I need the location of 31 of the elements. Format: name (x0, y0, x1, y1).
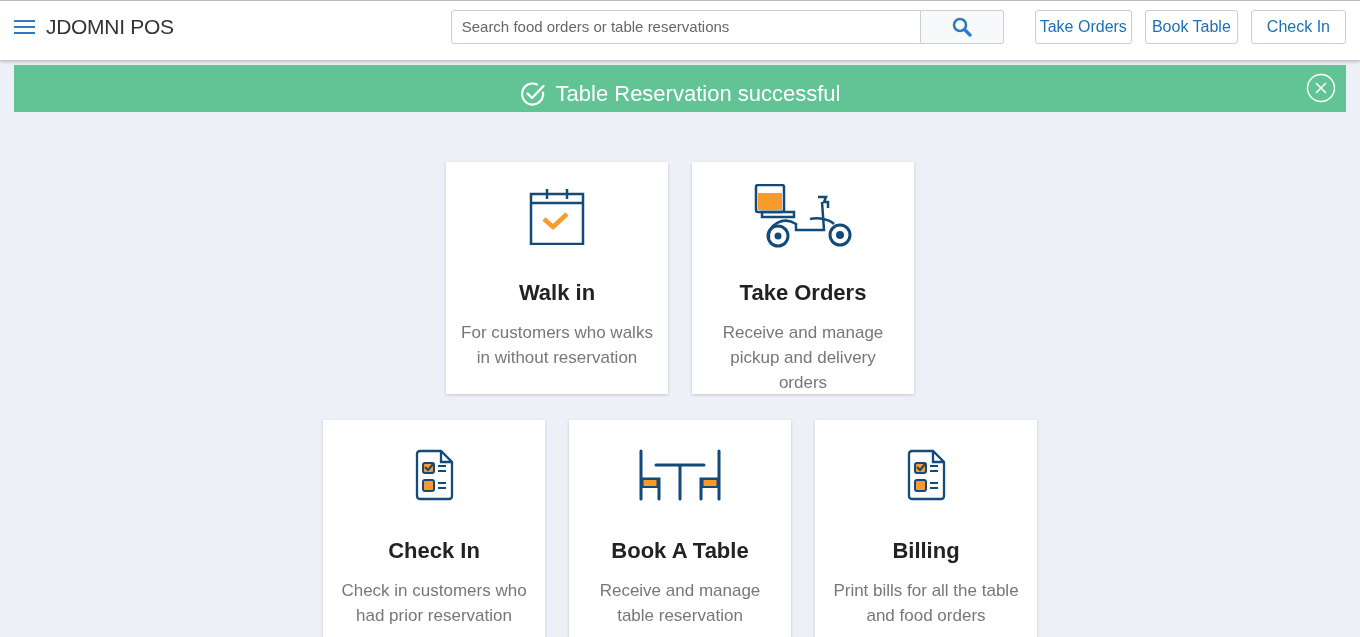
table-chairs-icon (639, 449, 721, 501)
checklist-icon (414, 449, 454, 501)
card-title: Take Orders (739, 280, 867, 306)
card-description: Print bills for all the table and food orders (832, 580, 1020, 627)
card-title: Check In (388, 538, 480, 564)
close-icon (1306, 73, 1336, 103)
option-card[interactable]: Check In Check in customers who had prior reservation (323, 420, 545, 637)
option-card[interactable]: Book A Table Receive and manage table reservation (569, 420, 791, 637)
search-field[interactable]: Search food orders or table reservations (450, 9, 921, 44)
app-title: JDOMNI POS (46, 14, 174, 39)
calendar-check-icon (529, 189, 585, 245)
header-button[interactable]: Check In (1250, 9, 1346, 44)
card-title: Billing (892, 538, 960, 564)
option-card[interactable]: Billing Print bills for all the table and food orders (815, 420, 1037, 637)
search-icon (951, 16, 972, 37)
header-button[interactable]: Take Orders (1034, 9, 1132, 44)
card-description: For customers who walks in without reservation (460, 322, 654, 369)
delivery-scooter-icon (754, 184, 852, 250)
option-card[interactable]: Take Orders Receive and manage pickup and delivery orders (692, 162, 914, 394)
menu-icon[interactable] (14, 19, 35, 34)
card-description: Check in customers who had prior reservation (340, 580, 528, 627)
check-circle-icon (519, 80, 546, 107)
card-title: Book A Table (611, 538, 749, 564)
card-title: Walk in (518, 280, 596, 306)
header-button[interactable]: Book Table (1144, 9, 1238, 44)
banner-message: Table Reservation successful (555, 80, 841, 107)
card-description: Receive and manage table reservation (598, 580, 762, 627)
card-description: Receive and manage pickup and delivery orders (721, 322, 885, 394)
checklist-icon (906, 449, 946, 501)
search-button[interactable] (920, 9, 1004, 44)
option-card[interactable]: Walk in For customers who walks in without reservation (446, 162, 668, 394)
